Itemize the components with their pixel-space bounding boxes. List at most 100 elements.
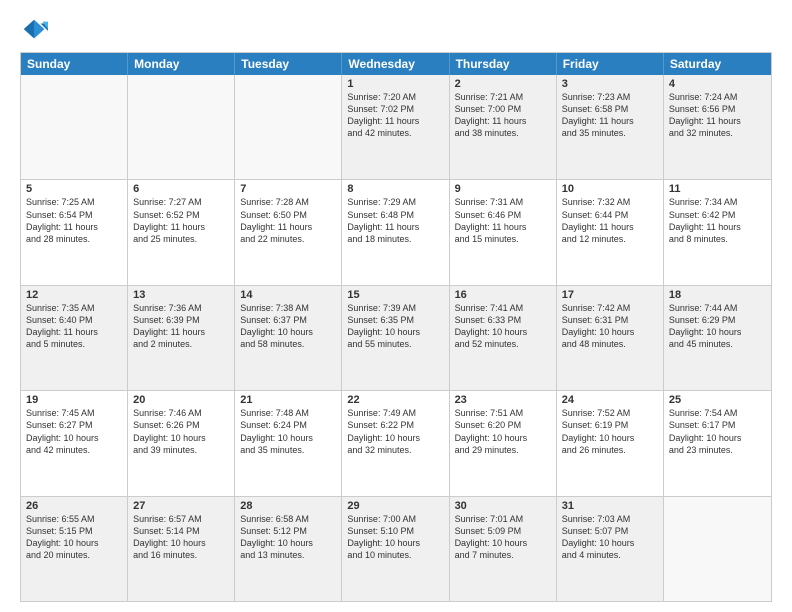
calendar-header: SundayMondayTuesdayWednesdayThursdayFrid… (21, 53, 771, 75)
calendar-cell: 27Sunrise: 6:57 AM Sunset: 5:14 PM Dayli… (128, 497, 235, 601)
day-number: 19 (26, 394, 122, 406)
cell-info: Sunrise: 7:52 AM Sunset: 6:19 PM Dayligh… (562, 408, 635, 454)
cell-info: Sunrise: 7:51 AM Sunset: 6:20 PM Dayligh… (455, 408, 528, 454)
calendar-cell: 20 Sunrise: 7:46 AM Sunset: 6:26 PM Dayli… (128, 391, 235, 495)
cell-info: Sunrise: 7:23 AM Sunset: 6:58 PM Dayligh… (562, 92, 634, 138)
cell-info: Sunrise: 7:46 AM Sunset: 6:26 PM Dayligh… (133, 408, 206, 454)
logo (20, 16, 50, 44)
calendar-page: SundayMondayTuesdayWednesdayThursdayFrid… (0, 0, 792, 612)
cell-info: Sunrise: 7:28 AM Sunset: 6:50 PM Dayligh… (240, 197, 312, 243)
calendar-cell: 19 Sunrise: 7:45 AM Sunset: 6:27 PM Dayli… (21, 391, 128, 495)
day-number: 9 (455, 183, 551, 195)
cell-info: Sunrise: 7:25 AM Sunset: 6:54 PM Dayligh… (26, 197, 98, 243)
cell-info: Sunrise: 7:54 AM Sunset: 6:17 PM Dayligh… (669, 408, 742, 454)
day-number: 13 (133, 289, 229, 301)
calendar-cell: 29Sunrise: 7:00 AM Sunset: 5:10 PM Dayli… (342, 497, 449, 601)
calendar-cell: 18 Sunrise: 7:44 AM Sunset: 6:29 PM Dayli… (664, 286, 771, 390)
day-number: 25 (669, 394, 766, 406)
day-number: 20 (133, 394, 229, 406)
calendar-cell: 1 Sunrise: 7:20 AM Sunset: 7:02 PM Daylig… (342, 75, 449, 179)
calendar-cell: 14Sunrise: 7:38 AM Sunset: 6:37 PM Dayli… (235, 286, 342, 390)
cell-info: Sunrise: 7:20 AM Sunset: 7:02 PM Dayligh… (347, 92, 419, 138)
cell-info: Sunrise: 7:49 AM Sunset: 6:22 PM Dayligh… (347, 408, 420, 454)
calendar-body: 1 Sunrise: 7:20 AM Sunset: 7:02 PM Daylig… (21, 75, 771, 601)
weekday-header: Monday (128, 53, 235, 75)
day-number: 24 (562, 394, 658, 406)
calendar: SundayMondayTuesdayWednesdayThursdayFrid… (20, 52, 772, 602)
calendar-cell: 16 Sunrise: 7:41 AM Sunset: 6:33 PM Dayli… (450, 286, 557, 390)
day-number: 14 (240, 289, 336, 301)
day-number: 30 (455, 500, 551, 512)
day-number: 6 (133, 183, 229, 195)
calendar-cell: 24 Sunrise: 7:52 AM Sunset: 6:19 PM Dayli… (557, 391, 664, 495)
cell-info: Sunrise: 6:55 AM Sunset: 5:15 PM Dayligh… (26, 514, 99, 560)
day-number: 11 (669, 183, 766, 195)
calendar-cell: 23Sunrise: 7:51 AM Sunset: 6:20 PM Dayli… (450, 391, 557, 495)
day-number: 16 (455, 289, 551, 301)
cell-info: Sunrise: 7:24 AM Sunset: 6:56 PM Dayligh… (669, 92, 741, 138)
day-number: 4 (669, 78, 766, 90)
cell-info: Sunrise: 7:32 AM Sunset: 6:44 PM Dayligh… (562, 197, 634, 243)
day-number: 31 (562, 500, 658, 512)
cell-info: Sunrise: 7:27 AM Sunset: 6:52 PM Dayligh… (133, 197, 205, 243)
calendar-cell: 26 Sunrise: 6:55 AM Sunset: 5:15 PM Dayli… (21, 497, 128, 601)
weekday-header: Tuesday (235, 53, 342, 75)
cell-info: Sunrise: 7:29 AM Sunset: 6:48 PM Dayligh… (347, 197, 419, 243)
cell-info: Sunrise: 7:21 AM Sunset: 7:00 PM Dayligh… (455, 92, 527, 138)
calendar-row: 12Sunrise: 7:35 AM Sunset: 6:40 PM Dayli… (21, 286, 771, 391)
cell-info: Sunrise: 6:57 AM Sunset: 5:14 PM Dayligh… (133, 514, 206, 560)
calendar-cell: 22 Sunrise: 7:49 AM Sunset: 6:22 PM Dayli… (342, 391, 449, 495)
calendar-cell: 11 Sunrise: 7:34 AM Sunset: 6:42 PM Dayli… (664, 180, 771, 284)
calendar-cell: 10 Sunrise: 7:32 AM Sunset: 6:44 PM Dayli… (557, 180, 664, 284)
calendar-cell: 3 Sunrise: 7:23 AM Sunset: 6:58 PM Daylig… (557, 75, 664, 179)
calendar-cell: 8Sunrise: 7:29 AM Sunset: 6:48 PM Daylig… (342, 180, 449, 284)
weekday-header: Thursday (450, 53, 557, 75)
day-number: 7 (240, 183, 336, 195)
day-number: 3 (562, 78, 658, 90)
day-number: 2 (455, 78, 551, 90)
cell-info: Sunrise: 7:03 AM Sunset: 5:07 PM Dayligh… (562, 514, 635, 560)
calendar-cell: 28Sunrise: 6:58 AM Sunset: 5:12 PM Dayli… (235, 497, 342, 601)
day-number: 15 (347, 289, 443, 301)
calendar-cell (21, 75, 128, 179)
calendar-row: 19 Sunrise: 7:45 AM Sunset: 6:27 PM Dayli… (21, 391, 771, 496)
calendar-row: 26 Sunrise: 6:55 AM Sunset: 5:15 PM Dayli… (21, 497, 771, 601)
weekday-header: Friday (557, 53, 664, 75)
day-number: 10 (562, 183, 658, 195)
day-number: 12 (26, 289, 122, 301)
day-number: 18 (669, 289, 766, 301)
day-number: 22 (347, 394, 443, 406)
weekday-header: Wednesday (342, 53, 449, 75)
cell-info: Sunrise: 7:48 AM Sunset: 6:24 PM Dayligh… (240, 408, 313, 454)
calendar-row: 5Sunrise: 7:25 AM Sunset: 6:54 PM Daylig… (21, 180, 771, 285)
cell-info: Sunrise: 7:34 AM Sunset: 6:42 PM Dayligh… (669, 197, 741, 243)
calendar-row: 1 Sunrise: 7:20 AM Sunset: 7:02 PM Daylig… (21, 75, 771, 180)
calendar-cell: 12Sunrise: 7:35 AM Sunset: 6:40 PM Dayli… (21, 286, 128, 390)
cell-info: Sunrise: 7:39 AM Sunset: 6:35 PM Dayligh… (347, 303, 420, 349)
calendar-cell: 31 Sunrise: 7:03 AM Sunset: 5:07 PM Dayli… (557, 497, 664, 601)
calendar-cell: 4 Sunrise: 7:24 AM Sunset: 6:56 PM Daylig… (664, 75, 771, 179)
calendar-cell: 5Sunrise: 7:25 AM Sunset: 6:54 PM Daylig… (21, 180, 128, 284)
cell-info: Sunrise: 7:31 AM Sunset: 6:46 PM Dayligh… (455, 197, 527, 243)
cell-info: Sunrise: 7:42 AM Sunset: 6:31 PM Dayligh… (562, 303, 635, 349)
cell-info: Sunrise: 7:01 AM Sunset: 5:09 PM Dayligh… (455, 514, 528, 560)
calendar-cell: 25 Sunrise: 7:54 AM Sunset: 6:17 PM Dayli… (664, 391, 771, 495)
weekday-header: Saturday (664, 53, 771, 75)
cell-info: Sunrise: 7:00 AM Sunset: 5:10 PM Dayligh… (347, 514, 420, 560)
cell-info: Sunrise: 6:58 AM Sunset: 5:12 PM Dayligh… (240, 514, 313, 560)
weekday-header: Sunday (21, 53, 128, 75)
calendar-cell: 30 Sunrise: 7:01 AM Sunset: 5:09 PM Dayli… (450, 497, 557, 601)
cell-info: Sunrise: 7:44 AM Sunset: 6:29 PM Dayligh… (669, 303, 742, 349)
cell-info: Sunrise: 7:36 AM Sunset: 6:39 PM Dayligh… (133, 303, 205, 349)
calendar-cell: 6 Sunrise: 7:27 AM Sunset: 6:52 PM Daylig… (128, 180, 235, 284)
calendar-cell (664, 497, 771, 601)
day-number: 26 (26, 500, 122, 512)
calendar-cell: 17 Sunrise: 7:42 AM Sunset: 6:31 PM Dayli… (557, 286, 664, 390)
day-number: 17 (562, 289, 658, 301)
cell-info: Sunrise: 7:41 AM Sunset: 6:33 PM Dayligh… (455, 303, 528, 349)
cell-info: Sunrise: 7:45 AM Sunset: 6:27 PM Dayligh… (26, 408, 99, 454)
calendar-cell: 7 Sunrise: 7:28 AM Sunset: 6:50 PM Daylig… (235, 180, 342, 284)
calendar-cell: 21Sunrise: 7:48 AM Sunset: 6:24 PM Dayli… (235, 391, 342, 495)
calendar-cell (235, 75, 342, 179)
day-number: 1 (347, 78, 443, 90)
